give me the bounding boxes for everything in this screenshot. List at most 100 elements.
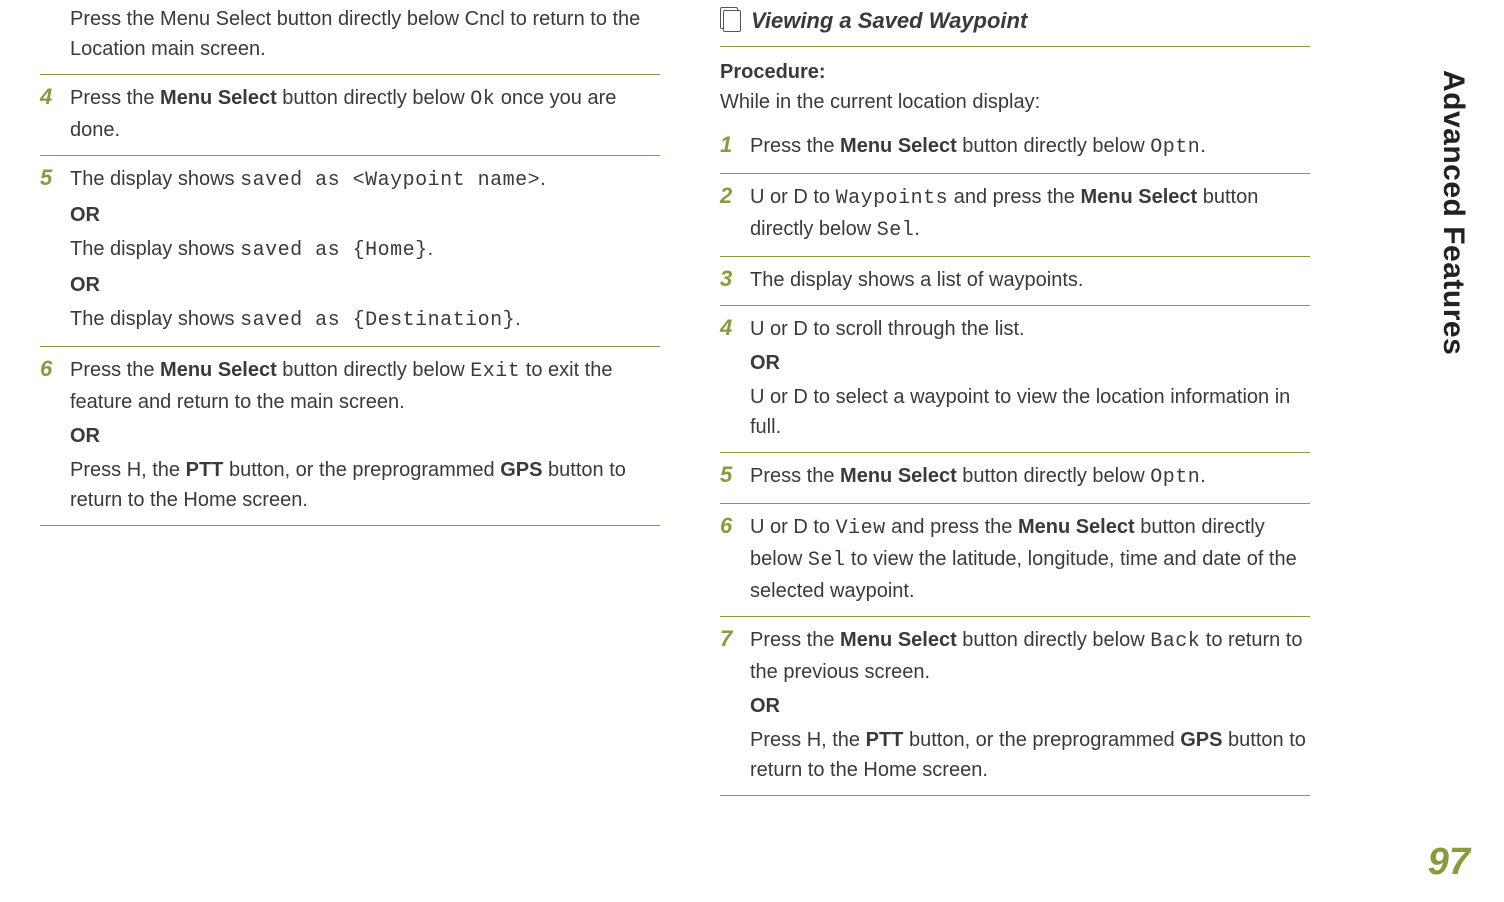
- menu-select-label: Menu Select: [1080, 186, 1197, 208]
- text: .: [515, 308, 521, 330]
- or-label: OR: [750, 691, 1310, 721]
- softkey-optn: Optn: [1150, 136, 1200, 159]
- gps-label: GPS: [1180, 729, 1222, 751]
- text: The display shows: [70, 238, 240, 260]
- step-2: 2 U or D to Waypoints and press the Menu…: [720, 174, 1310, 257]
- menu-view: View: [836, 517, 886, 540]
- text: Press the: [750, 629, 840, 651]
- or-label: OR: [70, 270, 546, 300]
- step-5: 5 The display shows saved as <Waypoint n…: [40, 156, 660, 347]
- text: button directly below: [957, 135, 1150, 157]
- softkey-exit: Exit: [470, 360, 520, 383]
- step-1: 1 Press the Menu Select button directly …: [720, 123, 1310, 174]
- text: .: [914, 218, 920, 240]
- text: and press the: [886, 516, 1018, 538]
- softkey-ok: Ok: [470, 88, 495, 111]
- key-d: D: [793, 386, 807, 408]
- text: Press the: [70, 87, 160, 109]
- text: and press the: [948, 186, 1080, 208]
- text: The display shows: [70, 168, 240, 190]
- text: Press the: [750, 465, 840, 487]
- key-u: U: [750, 386, 764, 408]
- step-4: 4 Press the Menu Select button directly …: [40, 75, 660, 156]
- text: button directly below: [957, 629, 1150, 651]
- step-number: 4: [720, 314, 738, 442]
- text: button directly below: [957, 465, 1150, 487]
- key-u: U: [750, 318, 764, 340]
- text: button, or the preprogrammed: [223, 459, 500, 481]
- text: The display shows: [70, 308, 240, 330]
- text: Press the: [750, 135, 840, 157]
- step-text: Press the Menu Select button directly be…: [750, 131, 1206, 163]
- menu-select-label: Menu Select: [840, 135, 957, 157]
- step-3: 3 The display shows a list of waypoints.: [720, 257, 1310, 306]
- ptt-label: PTT: [866, 729, 904, 751]
- text: to select a waypoint to view the locatio…: [750, 386, 1290, 438]
- gps-label: GPS: [500, 459, 542, 481]
- key-d: D: [793, 186, 807, 208]
- step-text: Press the Menu Select button directly be…: [70, 83, 660, 145]
- procedure-label: Procedure:: [720, 61, 826, 83]
- menu-select-label: Menu Select: [1018, 516, 1135, 538]
- step-number: 7: [720, 625, 738, 785]
- menu-select-label: Menu Select: [160, 87, 277, 109]
- text: button directly below: [277, 359, 470, 381]
- procedure-intro: Procedure: While in the current location…: [720, 47, 1310, 123]
- step-number: 4: [40, 83, 58, 145]
- text: to: [808, 516, 836, 538]
- key-d: D: [793, 516, 807, 538]
- menu-select-label: Menu Select: [840, 629, 957, 651]
- section-tab: Advanced Features: [1436, 70, 1470, 355]
- menu-select-label: Menu Select: [840, 465, 957, 487]
- text: Press: [750, 729, 807, 751]
- text: Press the: [70, 8, 160, 30]
- softkey-cncl: Cncl: [465, 8, 505, 30]
- text: button, or the preprogrammed: [903, 729, 1180, 751]
- step-6: 6 Press the Menu Select button directly …: [40, 347, 660, 526]
- step-text: Press the Menu Select button directly be…: [750, 625, 1310, 785]
- step-4r: 4 U or D to scroll through the list. OR …: [720, 306, 1310, 453]
- step-number: 6: [40, 355, 58, 515]
- step-text: U or D to Waypoints and press the Menu S…: [750, 182, 1310, 246]
- step-text: The display shows a list of waypoints.: [750, 265, 1084, 295]
- text: button directly below: [271, 8, 464, 30]
- step-7: 7 Press the Menu Select button directly …: [720, 617, 1310, 796]
- text: Press the: [70, 359, 160, 381]
- softkey-back: Back: [1150, 630, 1200, 653]
- key-d: D: [793, 318, 807, 340]
- text: to scroll through the list.: [808, 318, 1025, 340]
- step-text: The display shows saved as <Waypoint nam…: [70, 164, 546, 336]
- step-number: 5: [720, 461, 738, 493]
- or-label: OR: [750, 348, 1310, 378]
- display-msg: saved as {Home}: [240, 239, 428, 262]
- softkey-sel: Sel: [877, 219, 915, 242]
- menu-waypoints: Waypoints: [836, 187, 949, 210]
- text: or: [764, 318, 793, 340]
- step-number: 5: [40, 164, 58, 336]
- page-columns: Press the Menu Select button directly be…: [40, 0, 1464, 796]
- key-u: U: [750, 516, 764, 538]
- text: or: [764, 516, 793, 538]
- step-text: Press the Menu Select button directly be…: [70, 355, 660, 515]
- step-text: U or D to View and press the Menu Select…: [750, 512, 1310, 606]
- text: .: [428, 238, 434, 260]
- text: button directly below: [277, 87, 470, 109]
- heading-text: Viewing a Saved Waypoint: [751, 8, 1027, 34]
- text: to: [808, 186, 836, 208]
- display-msg: saved as {Destination}: [240, 309, 515, 332]
- menu-select-label: Menu Select: [160, 8, 271, 30]
- ptt-label: PTT: [186, 459, 224, 481]
- document-icon: [723, 10, 741, 32]
- step-text: U or D to scroll through the list. OR U …: [750, 314, 1310, 442]
- display-msg: saved as <Waypoint name>: [240, 169, 540, 192]
- step-number: 2: [720, 182, 738, 246]
- key-u: U: [750, 186, 764, 208]
- text: .: [1200, 465, 1206, 487]
- step-5r: 5 Press the Menu Select button directly …: [720, 453, 1310, 504]
- intro-step: Press the Menu Select button directly be…: [40, 4, 660, 75]
- or-label: OR: [70, 200, 546, 230]
- key-h: H: [807, 729, 821, 751]
- step-number: 3: [720, 265, 738, 295]
- procedure-text: While in the current location display:: [720, 91, 1040, 113]
- page-number: 97: [1428, 841, 1470, 884]
